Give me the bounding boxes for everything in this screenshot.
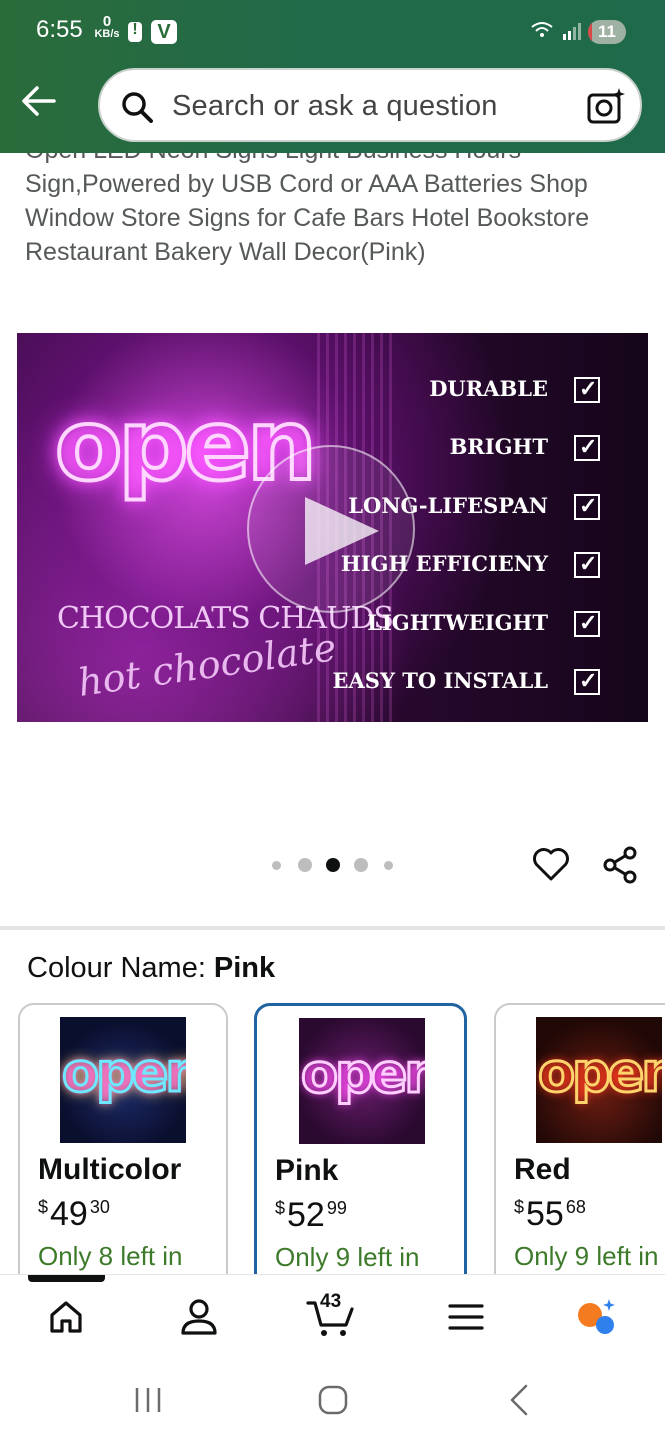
net-speed-value: 0 (102, 13, 112, 30)
price-currency: $ (275, 1198, 286, 1218)
battery-icon: 11 (588, 20, 626, 44)
wifi-icon (531, 22, 553, 37)
product-title-line: Restaurant Bakery Wall Decor(Pink) (25, 238, 426, 266)
feature-item: EASY TO INSTALL (280, 665, 600, 722)
app-header: 6:55 0 KB/s V 11 Search or ask (0, 0, 665, 153)
home-icon[interactable] (44, 1295, 88, 1339)
variant-thumbnail: open (299, 1018, 425, 1144)
search-icon (122, 92, 153, 123)
carousel-dot[interactable] (384, 861, 393, 870)
battery-level: 11 (598, 22, 616, 41)
variant-card-red[interactable]: open Red $5568 Only 9 left in (494, 1003, 665, 1293)
price-cents: 68 (565, 1197, 586, 1217)
variant-name: Multicolor (38, 1153, 182, 1186)
net-speed-unit: KB/s (94, 28, 120, 40)
bottom-nav: 43 (0, 1274, 665, 1360)
product-title-line: Open LED Neon Signs Light Business Hours (25, 153, 645, 167)
price-whole: 49 (50, 1195, 88, 1233)
price-cents: 30 (89, 1197, 110, 1217)
checkbox-icon (574, 431, 600, 463)
variant-card-multicolor[interactable]: open Multicolor $4930 Only 8 left in (18, 1003, 228, 1293)
checkbox-icon (574, 607, 600, 639)
product-title-container: Open LED Neon Signs Light Business Hours… (0, 153, 665, 273)
carousel-dot-active[interactable] (326, 858, 340, 872)
play-icon (305, 497, 379, 565)
variant-name: Red (514, 1153, 571, 1186)
back-system-icon[interactable] (500, 1380, 540, 1420)
share-icon[interactable] (602, 846, 638, 884)
menu-icon[interactable] (444, 1295, 488, 1339)
play-button[interactable] (247, 445, 415, 613)
price-currency: $ (514, 1197, 525, 1217)
feature-label: DURABLE (429, 376, 548, 401)
product-title: Open LED Neon Signs Light Business Hours… (25, 153, 645, 269)
status-time: 6:55 (36, 16, 83, 43)
variant-name: Pink (275, 1154, 339, 1187)
carousel-dot[interactable] (298, 858, 312, 872)
search-placeholder: Search or ask a question (172, 90, 498, 122)
net-speed: 0 KB/s (94, 14, 120, 40)
price-cents: 99 (326, 1198, 347, 1218)
alert-icon (128, 21, 142, 42)
variant-price: $49 30 (38, 1195, 110, 1234)
variant-thumbnail: open (60, 1017, 186, 1143)
variant-stock: Only 8 left in (38, 1241, 183, 1271)
variant-neon-text: open (300, 1041, 425, 1107)
recent-apps-icon[interactable] (128, 1380, 168, 1420)
price-currency: $ (38, 1197, 49, 1217)
app-badge-icon: V (151, 20, 177, 44)
feature-item: LIGHTWEIGHT (280, 607, 600, 665)
product-title-line: Window Store Signs for Cafe Bars Hotel B… (25, 204, 590, 232)
rufus-icon[interactable] (575, 1295, 619, 1339)
feature-label: EASY TO INSTALL (332, 667, 549, 693)
back-arrow-icon[interactable] (20, 84, 58, 118)
variant-neon-text: open (537, 1040, 662, 1106)
feature-item: DURABLE (280, 373, 600, 431)
active-tab-indicator (28, 1275, 105, 1282)
colour-name-prefix: Colour Name: (27, 952, 206, 984)
variant-neon-text: open (61, 1040, 186, 1106)
checkbox-icon (574, 490, 600, 522)
price-whole: 52 (287, 1196, 325, 1234)
colour-name-value: Pink (213, 952, 276, 984)
wishlist-heart-icon[interactable] (532, 846, 570, 882)
system-nav-bar (0, 1360, 665, 1440)
variant-card-pink[interactable]: open Pink $5299 Only 9 left in (254, 1003, 467, 1293)
variant-price: $55 68 (514, 1195, 586, 1234)
carousel-dot[interactable] (354, 858, 368, 872)
checkbox-icon (574, 373, 600, 405)
account-icon[interactable] (177, 1295, 221, 1339)
product-video[interactable]: open CHOCOLATS CHAUDS hot chocolate DURA… (17, 333, 648, 722)
section-divider (0, 926, 665, 930)
variant-stock: Only 9 left in (275, 1242, 420, 1272)
feature-label: LIGHTWEIGHT (367, 609, 548, 635)
search-input[interactable]: Search or ask a question (98, 68, 642, 142)
carousel-dot[interactable] (272, 861, 281, 870)
price-whole: 55 (526, 1195, 564, 1233)
home-system-icon[interactable] (313, 1380, 353, 1420)
signal-icon (563, 23, 581, 40)
status-bar: 6:55 0 KB/s V 11 (0, 0, 665, 62)
camera-search-icon[interactable] (586, 86, 626, 126)
variant-stock: Only 9 left in (514, 1241, 659, 1271)
checkbox-icon (574, 665, 600, 697)
checkbox-icon (574, 548, 600, 580)
variant-price: $52 99 (275, 1196, 347, 1235)
cart-button[interactable]: 43 (306, 1291, 358, 1339)
product-title-line: Sign,Powered by USB Cord or AAA Batterie… (25, 170, 588, 198)
colour-name-label: Colour Name: Pink (27, 952, 275, 985)
variant-thumbnail: open (536, 1017, 662, 1143)
cart-count: 43 (320, 1291, 342, 1312)
feature-label: BRIGHT (449, 434, 548, 460)
